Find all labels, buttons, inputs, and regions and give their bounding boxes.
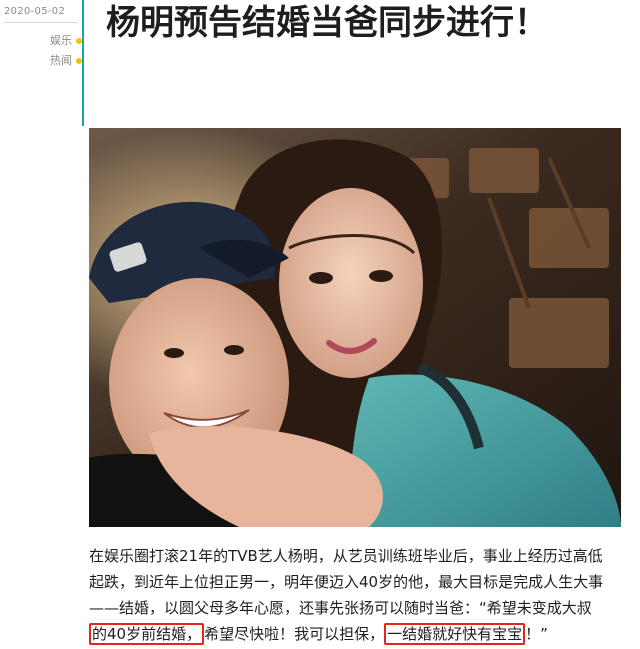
- article-title: 杨明预告结婚当爸同步进行！: [106, 3, 548, 43]
- highlighted-text: 一结婚就好快有宝宝: [384, 623, 526, 645]
- publish-date: 2020-05-02: [4, 6, 66, 17]
- tag-hot-news[interactable]: 热闻: [50, 54, 72, 67]
- article-line: ——结婚，以圆父母多年心愿，还事先张扬可以随时当爸：“希望未变成大叔: [89, 595, 619, 621]
- article-line: 的40岁前结婚， 希望尽快啦！我可以担保， 一结婚就好快有宝宝！”: [89, 621, 619, 647]
- text-segment: 起跌，到近年上位担正男一，明年便迈入40岁的他，最大目标是完成人生大事: [89, 573, 604, 591]
- tag-entertainment[interactable]: 娱乐: [50, 34, 72, 47]
- text-segment: ！”: [525, 625, 548, 643]
- article-photo: [89, 128, 621, 527]
- article-line: 起跌，到近年上位担正男一，明年便迈入40岁的他，最大目标是完成人生大事: [89, 569, 619, 595]
- article-line: 在娱乐圈打滚21年的TVB艺人杨明，从艺员训练班毕业后，事业上经历过高低: [89, 543, 619, 569]
- sidebar-divider: [4, 22, 78, 23]
- text-segment: 希望尽快啦！我可以担保，: [204, 625, 385, 643]
- text-segment: ——结婚，以圆父母多年心愿，还事先张扬可以随时当爸：“希望未变成大叔: [89, 599, 592, 617]
- highlighted-text: 的40岁前结婚，: [89, 623, 205, 645]
- text-segment: 在娱乐圈打滚21年的TVB艺人杨明，从艺员训练班毕业后，事业上经历过高低: [89, 547, 603, 565]
- sidebar: 2020-05-02 娱乐 热闻: [0, 0, 84, 649]
- article-body: 在娱乐圈打滚21年的TVB艺人杨明，从艺员训练班毕业后，事业上经历过高低 起跌，…: [89, 543, 619, 647]
- accent-bar: [82, 0, 84, 126]
